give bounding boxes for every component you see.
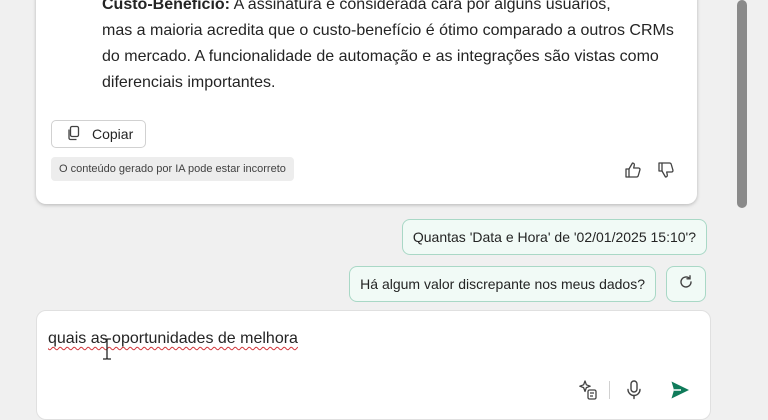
ai-disclaimer-badge: O conteúdo gerado por IA pode estar inco… xyxy=(51,157,294,181)
response-text: Custo-Benefício: A assinatura é consider… xyxy=(102,0,692,96)
send-icon[interactable] xyxy=(669,379,691,401)
assistant-response-card: Custo-Benefício: A assinatura é consider… xyxy=(36,0,697,204)
response-first-line: A assinatura é considerada cara por algu… xyxy=(230,0,611,13)
copy-button-label: Copiar xyxy=(92,126,134,142)
response-section-heading: Custo-Benefício: xyxy=(102,0,230,13)
copy-button[interactable]: Copiar xyxy=(51,120,147,148)
text-cursor-icon xyxy=(101,338,113,360)
response-body: mas a maioria acredita que o custo-benef… xyxy=(102,22,674,91)
toolbar-divider xyxy=(609,381,610,399)
refresh-icon xyxy=(678,274,694,295)
thumbs-up-icon[interactable] xyxy=(624,161,642,179)
suggestion-chip-outliers[interactable]: Há algum valor discrepante nos meus dado… xyxy=(349,266,656,302)
copy-icon xyxy=(66,125,82,144)
suggestion-chip-date-time[interactable]: Quantas 'Data e Hora' de '02/01/2025 15:… xyxy=(401,219,707,255)
chat-composer[interactable]: quais as oportunidades de melhora xyxy=(36,310,711,420)
sparkle-prompt-icon[interactable] xyxy=(577,379,599,401)
message-input[interactable]: quais as oportunidades de melhora xyxy=(48,330,298,348)
thumbs-down-icon[interactable] xyxy=(657,161,675,179)
scrollbar-thumb[interactable] xyxy=(737,0,747,208)
microphone-icon[interactable] xyxy=(623,379,645,401)
refresh-suggestions-button[interactable] xyxy=(666,266,706,302)
